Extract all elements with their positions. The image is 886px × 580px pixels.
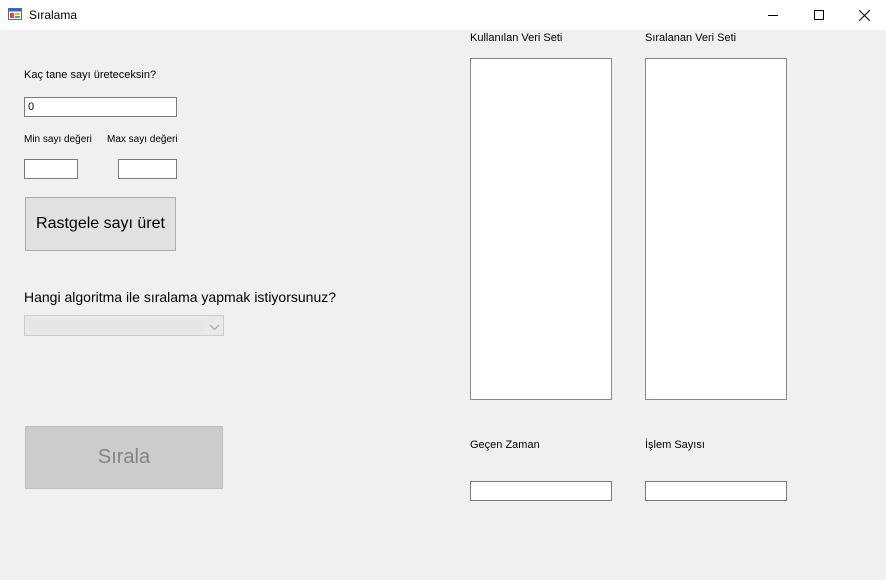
count-input[interactable]: 0 <box>24 97 177 117</box>
used-dataset-list[interactable] <box>470 58 612 400</box>
app-window-icon <box>8 7 22 21</box>
title-bar: Sıralama <box>0 0 886 30</box>
minimize-button[interactable] <box>750 0 796 30</box>
close-button[interactable] <box>841 0 886 30</box>
maximize-button[interactable] <box>796 0 842 30</box>
used-dataset-label: Kullanılan Veri Seti <box>470 32 563 44</box>
maximize-icon <box>814 10 824 20</box>
minimize-icon <box>768 10 778 20</box>
elapsed-time-field[interactable] <box>470 481 612 501</box>
close-icon <box>858 9 870 21</box>
sort-button-label: Sırala <box>97 446 151 468</box>
min-value-input[interactable] <box>24 159 78 179</box>
window-title: Sıralama <box>29 8 78 22</box>
sorted-dataset-label: Sıralanan Veri Seti <box>645 32 737 44</box>
algorithm-select[interactable] <box>24 315 224 336</box>
chevron-down-icon[interactable] <box>209 320 220 338</box>
operation-count-label: İşlem Sayısı <box>645 439 705 451</box>
elapsed-time-label: Geçen Zaman <box>470 439 540 451</box>
algorithm-selected-value <box>28 319 204 331</box>
max-value-input[interactable] <box>118 159 177 179</box>
max-label: Max sayı değeri <box>107 134 178 145</box>
sorted-dataset-list[interactable] <box>645 58 787 400</box>
sort-button[interactable]: Sırala <box>25 426 223 489</box>
generate-random-button[interactable]: Rastgele sayı üret <box>25 197 176 251</box>
generate-random-button-label: Rastgele sayı üret <box>36 215 165 232</box>
algorithm-question-label: Hangi algoritma ile sıralama yapmak isti… <box>24 289 337 305</box>
count-label: Kaç tane sayı üreteceksin? <box>24 69 157 81</box>
operation-count-field[interactable] <box>645 481 787 501</box>
min-label: Min sayı değeri <box>24 134 92 145</box>
